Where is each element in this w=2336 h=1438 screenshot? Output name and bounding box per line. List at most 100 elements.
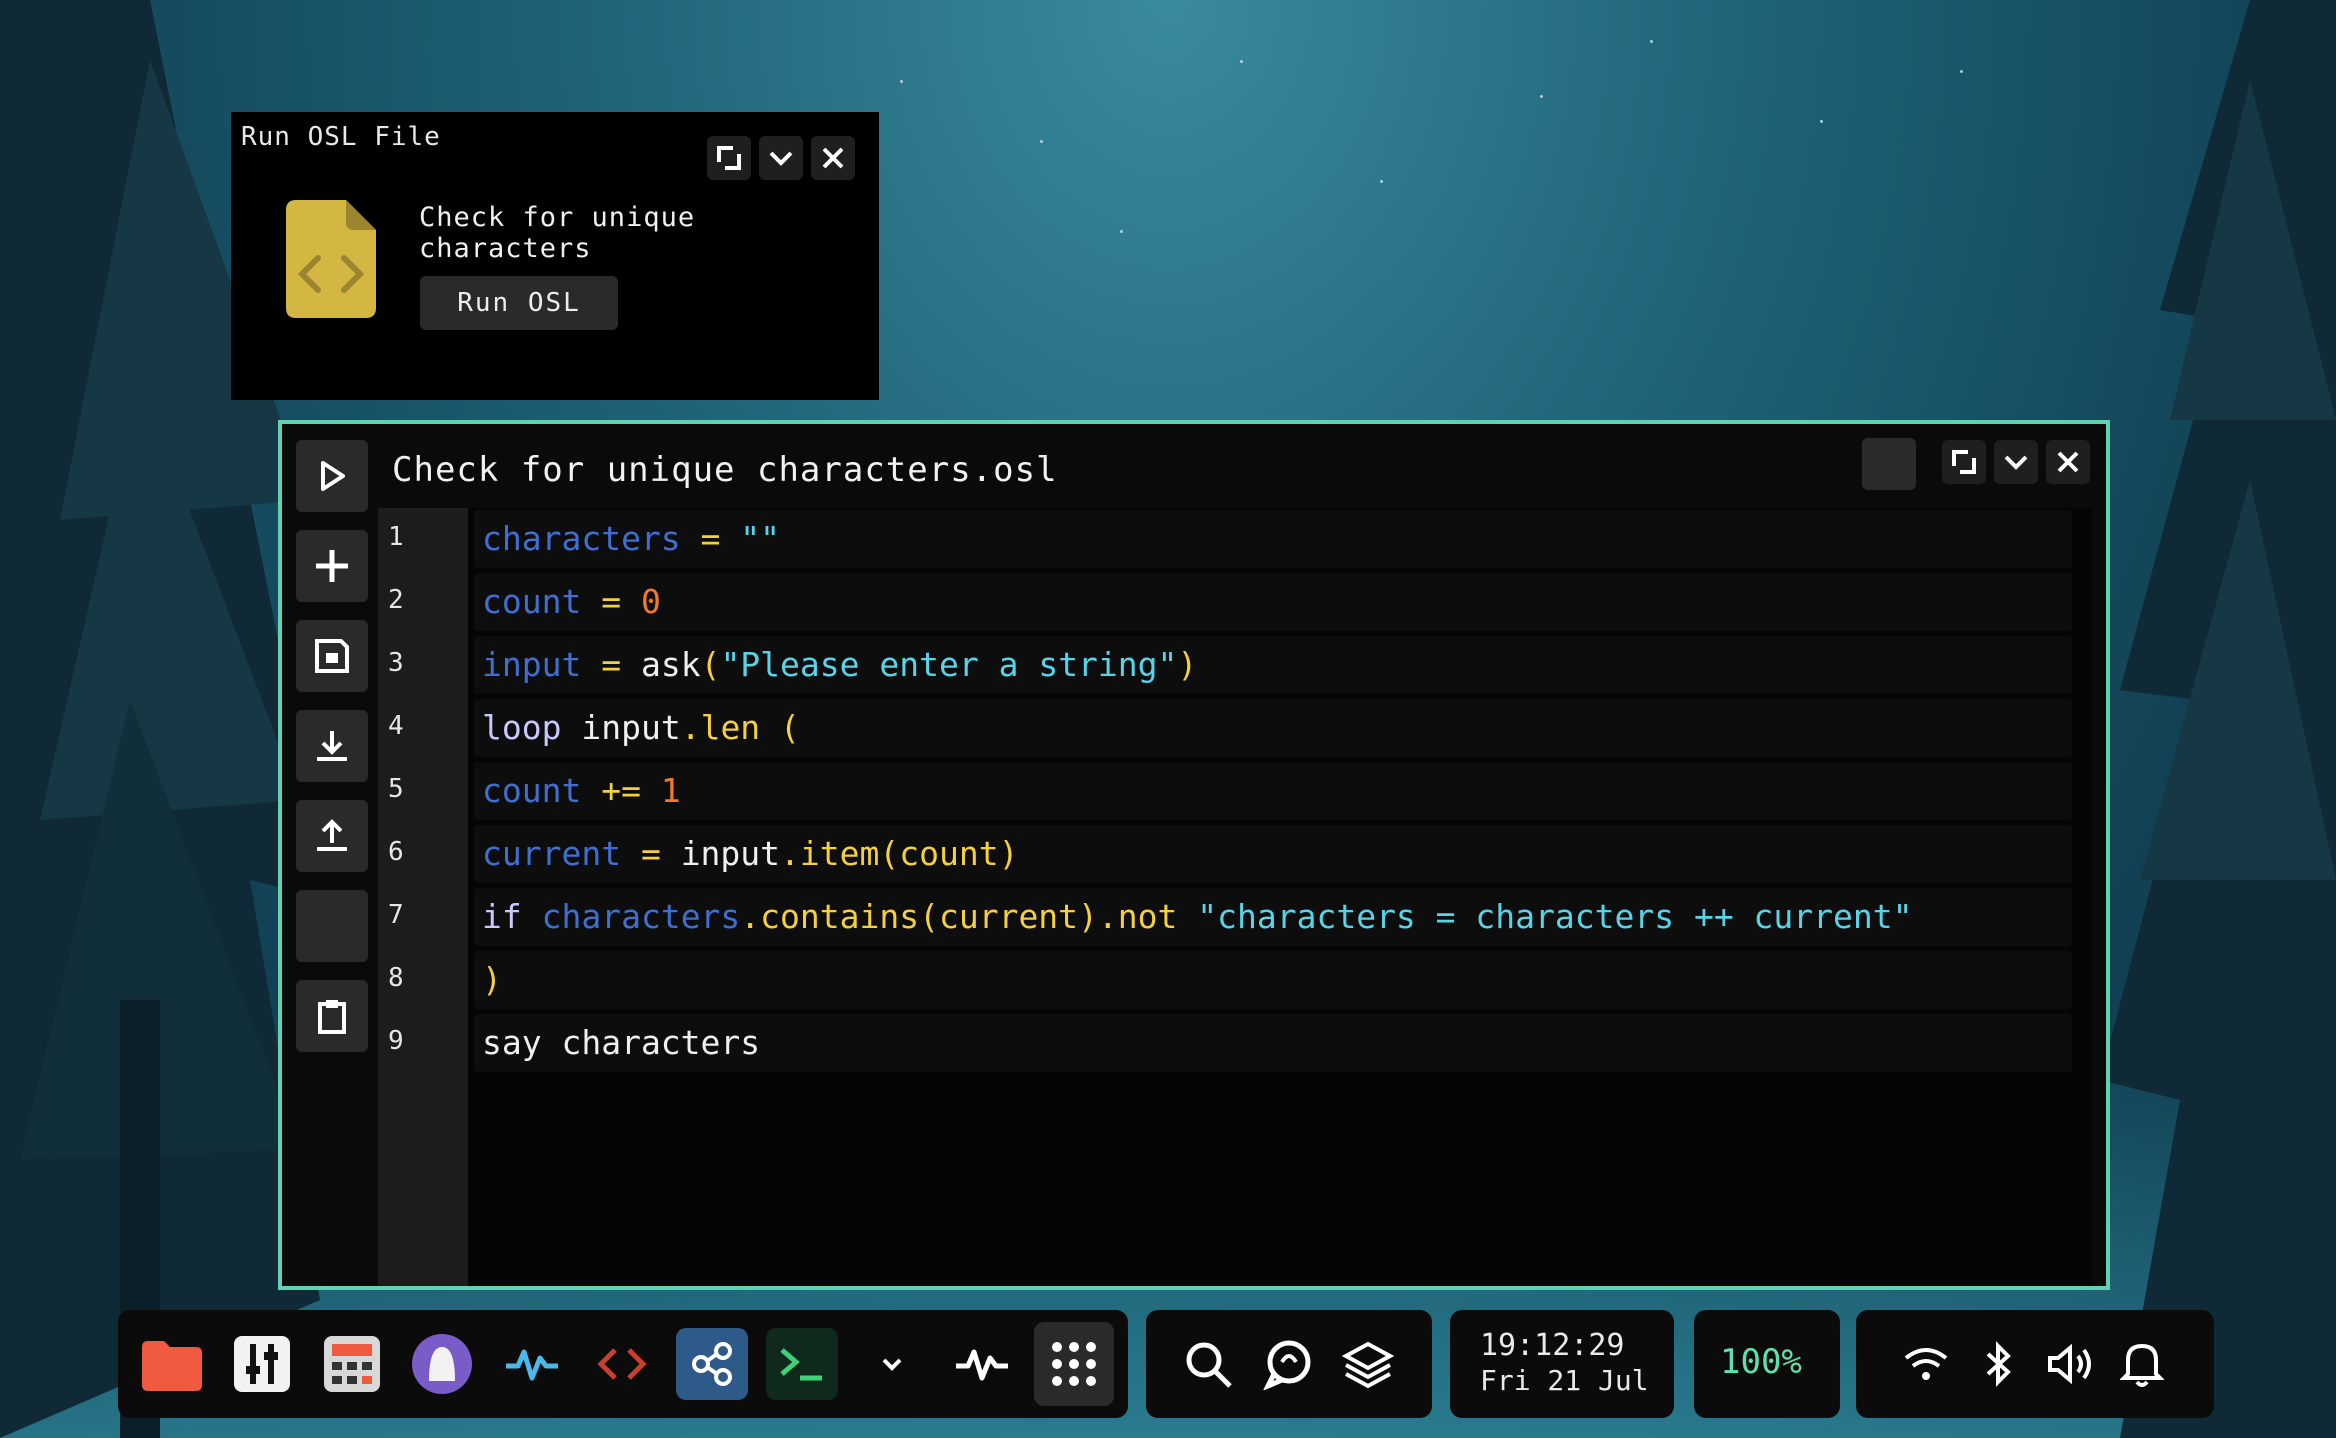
code-token: ask [640,645,701,684]
chevron-down-icon [882,1358,902,1371]
code-line[interactable]: say characters [474,1014,2072,1072]
play-icon [321,461,345,491]
save-icon [315,639,349,673]
line-number: 1 [388,522,404,552]
download-icon [317,731,347,761]
tree-right [2100,0,2336,1438]
bluetooth-button[interactable] [1962,1328,2034,1400]
code-editor-window: Check for unique characters.osl 1 2 3 4 5 6 7 8… [278,420,2110,1290]
line-number: 5 [388,774,404,804]
chevron-down-icon [769,151,793,166]
code-token: count [482,582,582,621]
code-editor-app-icon[interactable] [586,1328,658,1400]
sliders-icon [234,1336,290,1392]
upload-icon [317,819,347,851]
volume-icon [2048,1343,2091,1385]
upload-button[interactable] [296,800,368,872]
layers-icon [1342,1341,1394,1389]
code-line[interactable]: count = 0 [474,573,2072,631]
popup-title: Run OSL File [241,122,441,152]
ghost-icon [412,1334,472,1394]
code-token: = [680,519,741,558]
notifications-button[interactable] [2106,1328,2178,1400]
save-button[interactable] [296,620,368,692]
wifi-icon [1904,1348,1948,1380]
editor-close-button[interactable] [2046,440,2090,484]
new-file-button[interactable] [296,530,368,602]
layers-button[interactable] [1332,1328,1404,1400]
monitor-app-icon[interactable] [946,1328,1018,1400]
activity-app-icon[interactable] [496,1328,568,1400]
chat-icon [1263,1340,1311,1390]
code-line[interactable]: characters = "" [474,510,2072,568]
blank-sidebar-button[interactable] [296,890,368,962]
code-line[interactable]: input = ask("Please enter a string") [474,636,2072,694]
editor-blank-toolbar-button[interactable] [1862,438,1916,490]
pulse-icon [506,1349,558,1381]
search-button[interactable] [1172,1328,1244,1400]
plus-icon [316,550,348,582]
settings-app-icon[interactable] [226,1328,298,1400]
dock-chevron-button[interactable] [856,1328,928,1400]
code-token: loop [482,708,562,747]
chat-button[interactable] [1252,1328,1324,1400]
popup-close-button[interactable] [811,136,855,180]
terminal-icon [780,1348,822,1381]
editor-minimize-button[interactable] [1994,440,2038,484]
close-icon [2057,451,2079,473]
chevron-down-icon [2004,455,2028,470]
popup-resize-button[interactable] [707,136,751,180]
bell-icon [2120,1343,2164,1387]
code-token: .len [680,708,761,747]
clock-time: 19:12:29 [1480,1328,1625,1363]
code-line[interactable]: loop input.len ( [474,699,2072,757]
volume-button[interactable] [2034,1328,2106,1400]
code-token: "" [740,519,781,558]
code-token: input [482,645,582,684]
code-token: 0 [640,582,661,621]
code-token: if [482,897,522,936]
pulse-icon [956,1349,1008,1381]
popup-message: Check for unique characters [419,202,696,264]
line-number: 3 [388,648,404,678]
app-grid-button[interactable] [1034,1322,1114,1406]
line-number: 6 [388,837,404,867]
editor-resize-button[interactable] [1942,440,1986,484]
code-token: 1 [660,771,681,810]
run-button[interactable] [296,440,368,512]
files-app-icon[interactable] [136,1328,208,1400]
line-number: 7 [388,900,404,930]
battery-level[interactable]: 100% [1720,1342,1802,1382]
line-number: 4 [388,711,404,741]
code-line[interactable]: if characters.contains(current).not "cha… [474,888,2072,946]
code-token: .contains(current).not [740,897,1178,936]
editor-title: Check for unique characters.osl [392,450,1058,490]
user-app-icon[interactable] [406,1328,478,1400]
calculator-icon [324,1336,380,1392]
network-app-icon[interactable] [676,1328,748,1400]
code-token: "Please enter a string" [720,645,1178,684]
terminal-app-icon[interactable] [766,1328,838,1400]
run-osl-button[interactable]: Run OSL [420,276,618,330]
popup-minimize-button[interactable] [759,136,803,180]
code-line[interactable]: count += 1 [474,762,2072,820]
clipboard-button[interactable] [296,980,368,1052]
code-line[interactable]: current = input.item(count) [474,825,2072,883]
code-token: ) [1177,645,1198,684]
code-token: .item(count) [780,834,1019,873]
calculator-app-icon[interactable] [316,1328,388,1400]
line-number: 8 [388,963,404,993]
code-token: current [482,834,622,873]
code-token: input [561,708,681,747]
resize-icon [1952,450,1976,474]
code-line[interactable]: ) [474,951,2072,1009]
line-number: 9 [388,1026,404,1056]
code-area[interactable]: characters = "" count = 0 input = ask("Ple… [468,508,2092,1286]
download-button[interactable] [296,710,368,782]
folder-icon [142,1341,202,1391]
wifi-button[interactable] [1890,1328,1962,1400]
code-token: = [581,582,641,621]
search-icon [1186,1342,1232,1388]
code-token: characters [521,897,741,936]
code-brackets-icon [597,1348,647,1380]
